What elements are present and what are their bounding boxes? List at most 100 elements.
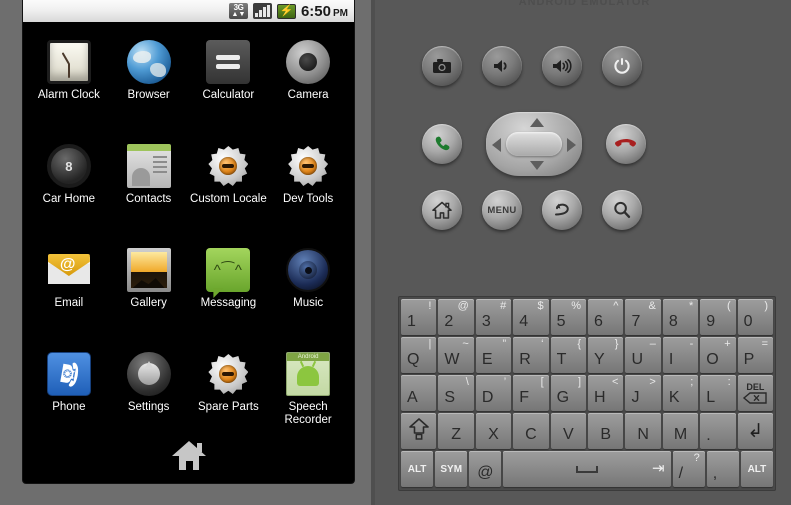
app-camera[interactable]: Camera [268, 30, 348, 128]
back-button[interactable] [542, 190, 582, 230]
device-frame: 3G ▲▼ ⚡ 6:50 PM Alarm Clock Browser Calc… [0, 0, 375, 505]
app-calculator[interactable]: Calculator [189, 30, 269, 128]
app-custom-locale[interactable]: Custom Locale [189, 134, 269, 232]
key-sym[interactable]: SYM [435, 451, 468, 487]
app-contacts[interactable]: Contacts [109, 134, 189, 232]
emulator-window: 3G ▲▼ ⚡ 6:50 PM Alarm Clock Browser Calc… [0, 0, 791, 505]
key-slash[interactable]: /? [672, 451, 705, 487]
key-alt-left[interactable]: ALT [401, 451, 434, 487]
key-9[interactable]: 9( [700, 299, 736, 335]
app-label: Settings [127, 401, 170, 413]
keyboard-row-zxcv: Z X C V B N M . ↲ [401, 413, 774, 449]
dpad[interactable] [486, 112, 582, 176]
key-d[interactable]: D’ [475, 375, 512, 411]
key-w[interactable]: W ~ [438, 337, 474, 373]
hardware-button-row-top [422, 46, 642, 86]
key-0[interactable]: 0) [737, 299, 774, 335]
dpad-up-icon[interactable] [530, 118, 544, 127]
key-r[interactable]: R ‘ [513, 337, 549, 373]
key-e[interactable]: E” [475, 337, 512, 373]
key-p[interactable]: P = [737, 337, 774, 373]
end-call-button[interactable] [606, 124, 646, 164]
key-j[interactable]: J > [625, 375, 661, 411]
alarm-clock-icon [46, 40, 91, 84]
key-c[interactable]: C [513, 413, 549, 449]
key-comma[interactable]: , [706, 451, 739, 487]
key-i[interactable]: I- [662, 337, 699, 373]
space-icon [575, 465, 598, 473]
app-dev-tools[interactable]: Dev Tools [268, 134, 348, 232]
key-delete[interactable]: DEL [737, 375, 774, 411]
key-shift[interactable] [401, 413, 437, 449]
key-b[interactable]: B [588, 413, 624, 449]
key-3[interactable]: 3 # [475, 299, 512, 335]
app-alarm-clock[interactable]: Alarm Clock [29, 30, 109, 128]
key-n[interactable]: N [625, 413, 661, 449]
key-1[interactable]: 1! [401, 299, 437, 335]
key-t[interactable]: T{ [550, 337, 587, 373]
menu-button[interactable]: MENU [482, 190, 522, 230]
app-spare-parts[interactable]: Spare Parts [189, 342, 269, 440]
key-h[interactable]: H < [588, 375, 624, 411]
key-7[interactable]: 7 & [625, 299, 661, 335]
status-bar-clock: 6:50 PM [301, 3, 348, 20]
key-a[interactable]: A [401, 375, 437, 411]
app-music[interactable]: Music [268, 238, 348, 336]
dpad-row [422, 112, 646, 176]
volume-down-button[interactable] [482, 46, 522, 86]
key-m[interactable]: M [662, 413, 699, 449]
key-4[interactable]: 4 $ [513, 299, 549, 335]
app-messaging[interactable]: ^⁀^ Messaging [189, 238, 269, 336]
camera-button[interactable] [422, 46, 462, 86]
key-2[interactable]: 2 @ [438, 299, 474, 335]
key-g[interactable]: G] [550, 375, 587, 411]
app-phone[interactable]: ☎ Phone [29, 342, 109, 440]
home-button[interactable] [422, 190, 462, 230]
key-y[interactable]: Y} [588, 337, 624, 373]
key-8[interactable]: 8 * [662, 299, 699, 335]
app-car-home[interactable]: 8 Car Home [29, 134, 109, 232]
app-label: Spare Parts [198, 401, 259, 413]
key-6[interactable]: 6 ^ [588, 299, 624, 335]
key-v[interactable]: V [550, 413, 587, 449]
dpad-center-button[interactable] [506, 132, 562, 156]
key-o[interactable]: O + [700, 337, 736, 373]
app-email[interactable]: @ Email [29, 238, 109, 336]
dpad-down-icon[interactable] [530, 161, 544, 170]
dpad-left-icon[interactable] [492, 138, 501, 152]
key-u[interactable]: U – [625, 337, 661, 373]
app-browser[interactable]: Browser [109, 30, 189, 128]
power-button[interactable] [602, 46, 642, 86]
key-space[interactable]: ⇥ [503, 451, 671, 487]
key-x[interactable]: X [475, 413, 512, 449]
dpad-right-icon[interactable] [567, 138, 576, 152]
battery-charging-icon: ⚡ [276, 3, 296, 19]
key-k[interactable]: K; [662, 375, 699, 411]
key-z[interactable]: Z [438, 413, 474, 449]
app-label: Music [293, 297, 324, 309]
email-envelope-icon: @ [47, 248, 91, 292]
search-button[interactable] [602, 190, 642, 230]
key-s[interactable]: S \ [438, 375, 474, 411]
key-q[interactable]: Q | [401, 337, 437, 373]
key-enter[interactable]: ↲ [737, 413, 774, 449]
phone-handset-icon: ☎ [46, 352, 91, 396]
speech-recorder-android-icon: Android [286, 352, 331, 396]
app-settings[interactable]: Settings [109, 342, 189, 440]
app-label: Alarm Clock [37, 89, 100, 101]
key-at[interactable]: @ [469, 451, 502, 487]
call-button[interactable] [422, 124, 462, 164]
key-5[interactable]: 5% [550, 299, 587, 335]
screen-home-button[interactable] [23, 441, 354, 471]
volume-up-button[interactable] [542, 46, 582, 86]
app-gallery[interactable]: Gallery [109, 238, 189, 336]
key-l[interactable]: L: [700, 375, 736, 411]
calculator-icon [206, 40, 251, 84]
app-label: Speech Recorder [284, 401, 332, 426]
device-screen[interactable]: 3G ▲▼ ⚡ 6:50 PM Alarm Clock Browser Calc… [22, 0, 355, 484]
app-speech-recorder[interactable]: Android Speech Recorder [268, 342, 348, 440]
key-f[interactable]: F[ [513, 375, 549, 411]
app-label: Email [54, 297, 84, 309]
key-alt-right[interactable]: ALT [740, 451, 773, 487]
key-period[interactable]: . [700, 413, 736, 449]
